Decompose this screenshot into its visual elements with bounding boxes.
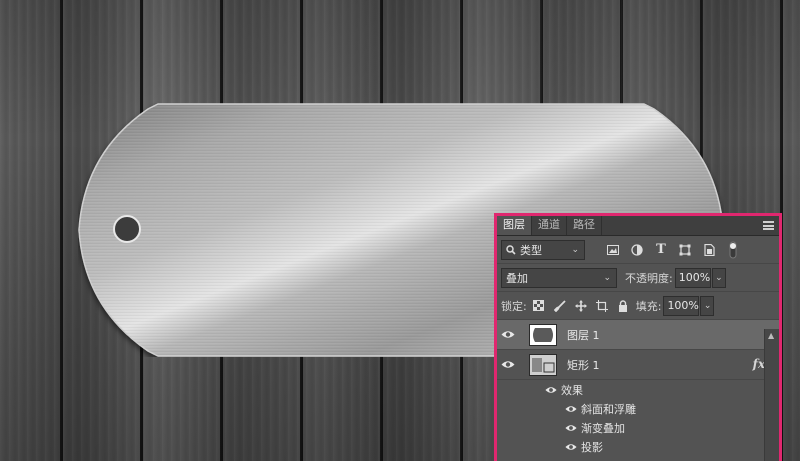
lock-label: 锁定:	[501, 299, 527, 313]
fill-label: 填充:	[635, 299, 662, 313]
panel-menu-icon[interactable]	[763, 221, 774, 230]
layer-name: 图层 1	[567, 328, 600, 342]
fill-value: 100%	[667, 299, 699, 312]
opacity-dropdown-button[interactable]: ⌄	[711, 267, 726, 288]
type-filter-icon[interactable]: T	[651, 240, 671, 260]
lock-artboard-icon[interactable]	[593, 297, 611, 315]
lock-all-icon[interactable]	[614, 297, 632, 315]
chevron-down-icon: ⌄	[603, 272, 611, 283]
lock-image-pixels-icon[interactable]	[551, 297, 569, 315]
layer-thumbnail	[529, 323, 557, 346]
layer-thumbnail	[529, 353, 557, 376]
layer-row-rectangle-1[interactable]: 矩形 1 fx	[497, 350, 779, 380]
filter-kind-dropdown[interactable]: 类型 ⌄	[501, 239, 585, 260]
smart-object-filter-icon[interactable]	[699, 240, 719, 260]
effect-item-bevel-emboss[interactable]: 斜面和浮雕	[497, 399, 779, 418]
opacity-label: 不透明度:	[625, 271, 673, 285]
visibility-eye-icon[interactable]	[565, 443, 577, 451]
tab-layers[interactable]: 图层	[497, 216, 532, 235]
tab-paths[interactable]: 路径	[567, 216, 602, 235]
shape-filter-icon[interactable]	[675, 240, 695, 260]
lock-row: 锁定: 填充: 100% ⌄	[497, 292, 779, 320]
visibility-eye-icon[interactable]	[545, 386, 557, 394]
opacity-value: 100%	[678, 271, 711, 284]
opacity-field[interactable]: 100%	[674, 267, 711, 288]
effect-item-drop-shadow[interactable]: 投影	[497, 437, 779, 456]
filter-toggle-icon[interactable]	[723, 240, 743, 260]
tab-channels[interactable]: 通道	[532, 216, 567, 235]
visibility-eye-icon[interactable]	[497, 360, 519, 369]
lock-transparent-pixels-icon[interactable]	[530, 297, 548, 315]
effects-header: 效果	[497, 380, 779, 399]
scroll-up-icon[interactable]: ▲	[768, 331, 774, 340]
fill-dropdown-button[interactable]: ⌄	[700, 295, 715, 316]
visibility-eye-icon[interactable]	[565, 405, 577, 413]
effect-label: 斜面和浮雕	[581, 402, 636, 416]
image-filter-icon[interactable]	[603, 240, 623, 260]
search-icon	[506, 244, 516, 255]
visibility-eye-icon[interactable]	[497, 330, 519, 339]
blend-mode-dropdown[interactable]: 叠加 ⌄	[501, 267, 617, 288]
blend-mode-value: 叠加	[506, 271, 528, 285]
filter-kind-label: 类型	[520, 243, 542, 257]
chevron-down-icon: ⌄	[703, 300, 712, 311]
effect-label: 投影	[581, 440, 603, 454]
tag-hole	[113, 215, 141, 243]
effect-item-gradient-overlay[interactable]: 渐变叠加	[497, 418, 779, 437]
layer-name: 矩形 1	[567, 358, 600, 372]
fill-field[interactable]: 100%	[663, 295, 700, 316]
chevron-down-icon: ⌄	[715, 272, 723, 283]
adjustment-filter-icon[interactable]	[627, 240, 647, 260]
layers-scrollbar[interactable]: ▲	[764, 329, 779, 461]
blend-row: 叠加 ⌄ 不透明度: 100% ⌄	[497, 264, 779, 292]
lock-position-icon[interactable]	[572, 297, 590, 315]
effects-label: 效果	[561, 383, 583, 397]
layers-panel: 图层 通道 路径 类型 ⌄ T 叠加 ⌄ 不透明度: 100% ⌄ 锁定: 填充…	[494, 213, 782, 461]
effect-label: 渐变叠加	[581, 421, 625, 435]
chevron-down-icon: ⌄	[571, 244, 579, 255]
filter-row: 类型 ⌄ T	[497, 236, 779, 264]
layer-row-layer-1[interactable]: 图层 1	[497, 320, 779, 350]
panel-tabs: 图层 通道 路径	[497, 216, 779, 236]
visibility-eye-icon[interactable]	[565, 424, 577, 432]
